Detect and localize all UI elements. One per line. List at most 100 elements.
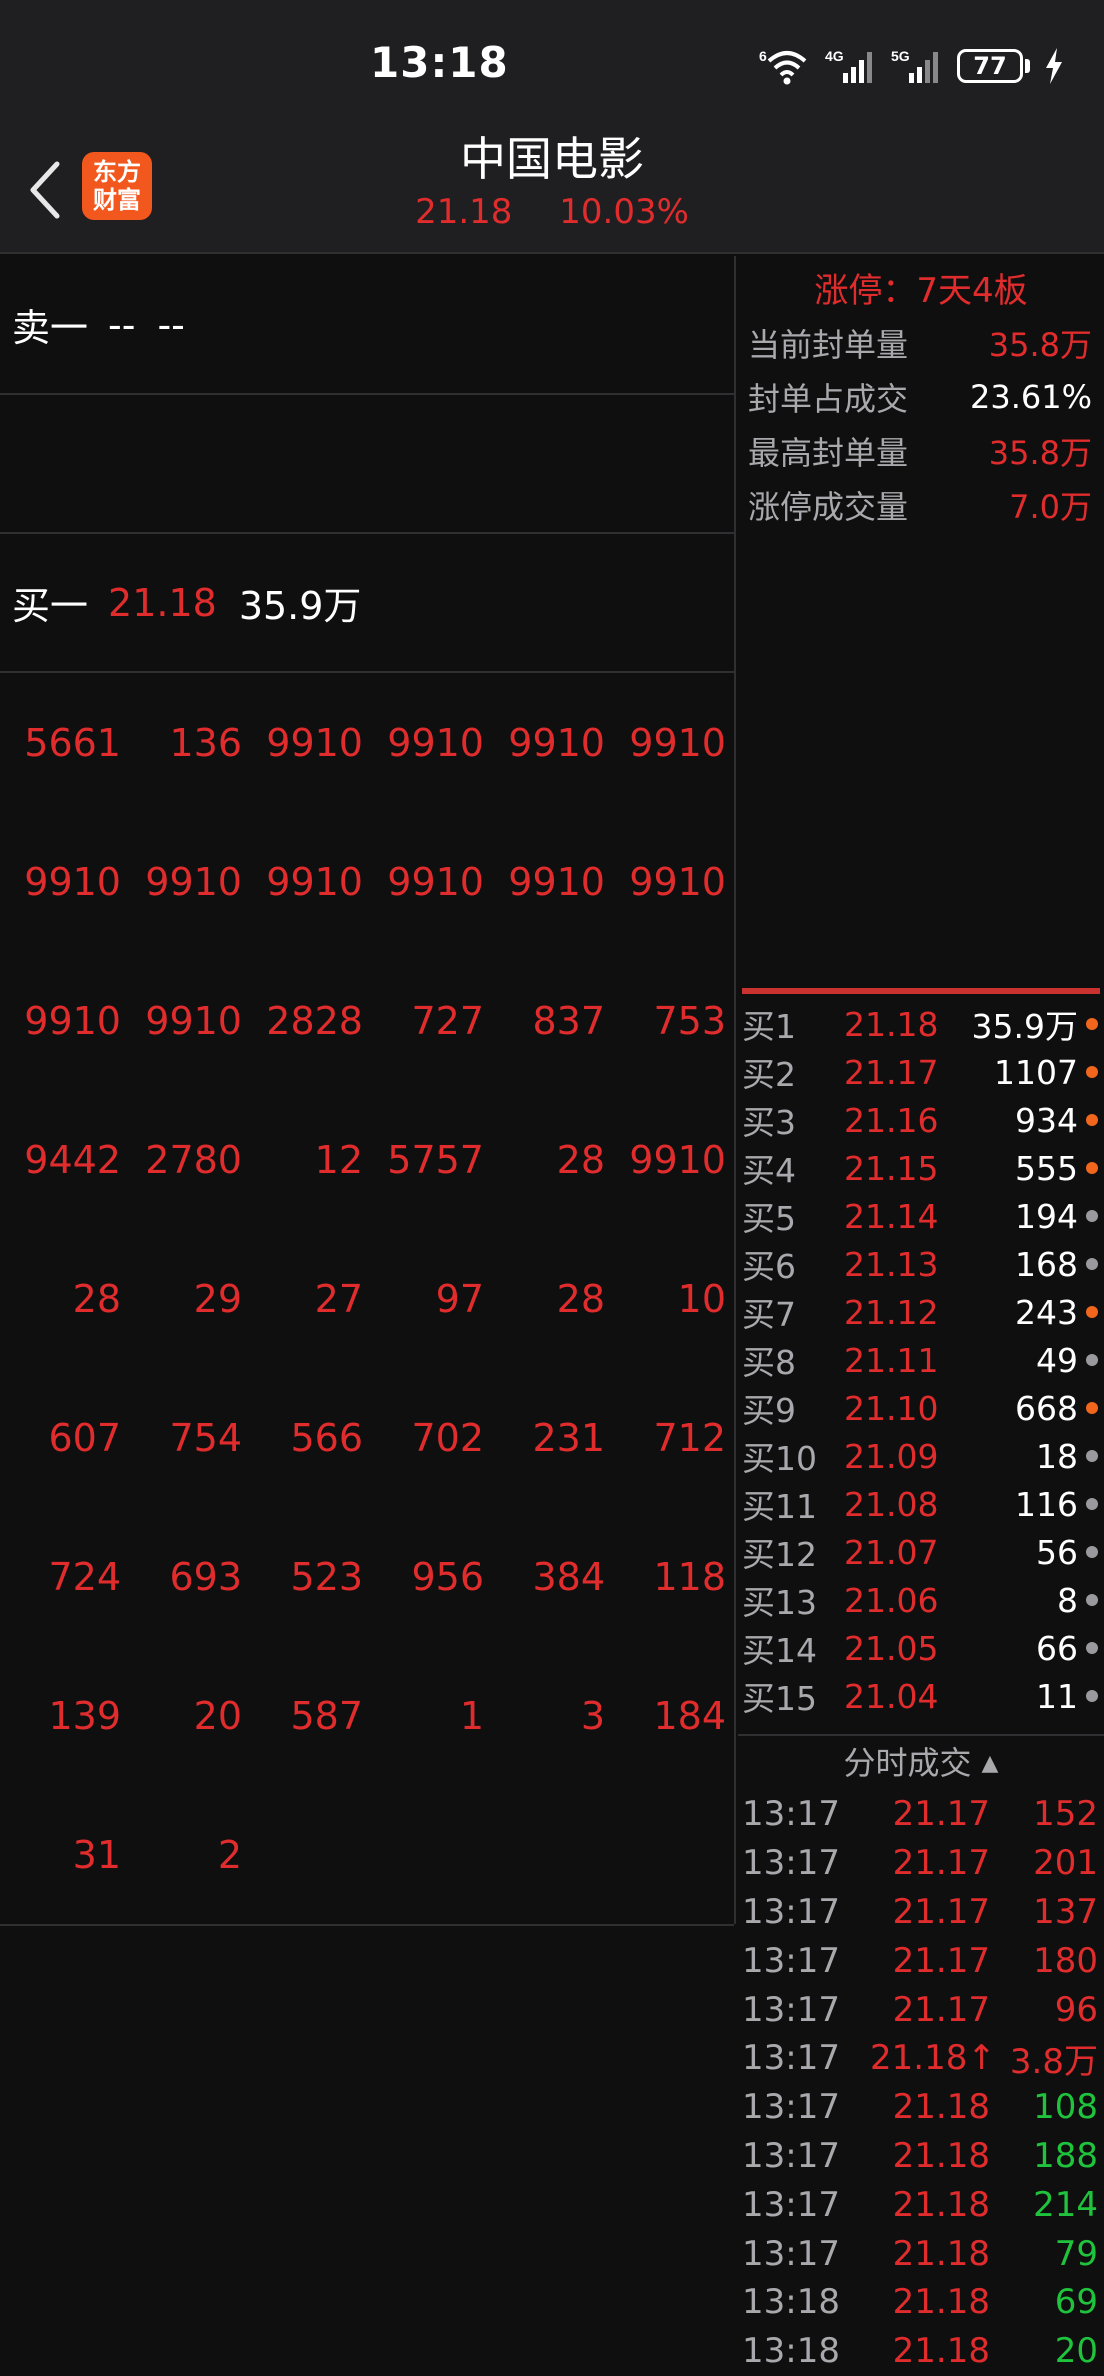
bid-row[interactable]: 买9 21.10 668 — [738, 1384, 1104, 1432]
signal-4g-icon: 4G — [825, 48, 872, 83]
bid-level-label: 买6 — [742, 1247, 796, 1286]
status-dot-icon — [1086, 1258, 1098, 1270]
queue-cell: 566 — [290, 1415, 363, 1460]
tick-volume: 108 — [1033, 2087, 1098, 2128]
queue-cell: 9910 — [629, 720, 726, 765]
bid-volume: 168 — [1015, 1244, 1078, 1284]
queue-row: 28 29 27 97 28 10 — [0, 1229, 730, 1368]
queue-cell: 9910 — [145, 998, 242, 1043]
queue-cell: 9910 — [266, 720, 363, 765]
queue-cell: 956 — [411, 1554, 484, 1599]
tick-row: 13:17 21.17 201 — [738, 1839, 1104, 1888]
tick-price: 21.17 — [892, 1843, 990, 1884]
queue-row: 9910 9910 2828 727 837 753 — [0, 951, 730, 1090]
stock-quote: 21.18 10.03% — [0, 192, 1104, 232]
tick-price: 21.18 — [892, 2331, 990, 2372]
bid-price: 21.11 — [844, 1340, 939, 1380]
tick-volume: 152 — [1033, 1794, 1098, 1835]
bid-volume: 194 — [1015, 1196, 1078, 1236]
tick-time: 13:18 — [742, 2331, 840, 2372]
queue-cell: 2 — [217, 1832, 242, 1877]
bid-volume: 35.9万 — [971, 1007, 1078, 1046]
bid-level-label: 买1 — [742, 1007, 796, 1046]
bid-row[interactable]: 买1 21.18 35.9万 — [738, 1000, 1104, 1048]
buy-one-price: 21.18 — [108, 580, 217, 625]
status-bar: 13:18 6 4G 5G 77 — [0, 0, 1104, 130]
status-dot-icon — [1086, 1354, 1098, 1366]
queue-cell: 702 — [411, 1415, 484, 1460]
bid-price: 21.18 — [844, 1004, 939, 1044]
buy-one-label: 买一 — [12, 584, 89, 628]
tick-row: 13:17 21.18↑ 3.8万 — [738, 2034, 1104, 2083]
bid-volume: 555 — [1015, 1148, 1078, 1188]
status-dot-icon — [1086, 1210, 1098, 1222]
bid-row[interactable]: 买6 21.13 168 — [738, 1240, 1104, 1288]
queue-cell: 523 — [290, 1554, 363, 1599]
stock-title: 中国电影 — [0, 130, 1104, 188]
bid-level-label: 买12 — [742, 1535, 817, 1574]
buy-one-row: 买一 21.18 35.9万 — [0, 534, 734, 673]
queue-cell: 5757 — [387, 1137, 484, 1182]
queue-row: 9910 9910 9910 9910 9910 9910 — [0, 812, 730, 951]
bid-price: 21.04 — [844, 1676, 939, 1716]
bid-price: 21.06 — [844, 1580, 939, 1620]
tick-volume: 79 — [1054, 2233, 1098, 2274]
bid-row[interactable]: 买10 21.09 18 — [738, 1432, 1104, 1480]
tick-volume: 69 — [1054, 2282, 1098, 2323]
depth-panel: 涨停：7天4板 当前封单量 35.8万 封单占成交 23.61% 最高封单量 35.8万涨… — [738, 256, 1104, 2376]
bid-row[interactable]: 买2 21.17 1107 — [738, 1048, 1104, 1096]
tick-time: 13:17 — [742, 1989, 840, 2030]
bid-level-label: 买5 — [742, 1199, 796, 1238]
queue-cell: 2828 — [266, 998, 363, 1043]
bid-row[interactable]: 买3 21.16 934 — [738, 1096, 1104, 1144]
charging-bolt-icon — [1046, 48, 1062, 84]
queue-cell: 136 — [169, 720, 242, 765]
bid-price: 21.08 — [844, 1484, 939, 1524]
tick-volume: 188 — [1033, 2135, 1098, 2176]
tick-price: 21.17 — [892, 1794, 990, 1835]
tick-row: 13:17 21.18 188 — [738, 2132, 1104, 2181]
tick-row: 13:17 21.18 214 — [738, 2180, 1104, 2229]
bid-row[interactable]: 买5 21.14 194 — [738, 1192, 1104, 1240]
bid-volume: 66 — [1036, 1628, 1078, 1668]
queue-cell: 20 — [193, 1693, 242, 1738]
queue-cell: 753 — [653, 998, 726, 1043]
tick-row: 13:18 21.18 20 — [738, 2327, 1104, 2376]
bid-row[interactable]: 买14 21.05 66 — [738, 1624, 1104, 1672]
queue-cell: 9910 — [629, 1137, 726, 1182]
tick-time: 13:17 — [742, 1843, 840, 1884]
tick-volume: 20 — [1054, 2331, 1098, 2372]
bid-volume: 8 — [1057, 1580, 1078, 1620]
queue-cell: 2780 — [145, 1137, 242, 1182]
queue-cell: 97 — [435, 1276, 484, 1321]
bid-row[interactable]: 买8 21.11 49 — [738, 1336, 1104, 1384]
tick-price: 21.17 — [892, 1989, 990, 2030]
bid-volume: 934 — [1015, 1100, 1078, 1140]
queue-cell: 384 — [532, 1554, 605, 1599]
bid-volume: 243 — [1015, 1292, 1078, 1332]
queue-cell: 31 — [72, 1832, 121, 1877]
queue-cell: 9910 — [145, 859, 242, 904]
bid-row[interactable]: 买12 21.07 56 — [738, 1528, 1104, 1576]
queue-cell: 3 — [580, 1693, 605, 1738]
queue-cell: 10 — [677, 1276, 726, 1321]
bid-price: 21.16 — [844, 1100, 939, 1140]
ticks-header[interactable]: 分时成交 ▲ — [738, 1738, 1104, 1788]
bid-row[interactable]: 买15 21.04 11 — [738, 1672, 1104, 1720]
tick-price: 21.17 — [892, 1891, 990, 1932]
stock-price: 21.18 — [415, 192, 513, 232]
queue-cell: 28 — [556, 1137, 605, 1182]
bid-row[interactable]: 买11 21.08 116 — [738, 1480, 1104, 1528]
tick-row: 13:17 21.17 180 — [738, 1936, 1104, 1985]
bid-row[interactable]: 买13 21.06 8 — [738, 1576, 1104, 1624]
bid-row[interactable]: 买7 21.12 243 — [738, 1288, 1104, 1336]
status-dot-icon — [1086, 1402, 1098, 1414]
queue-cell: 837 — [532, 998, 605, 1043]
queue-cell: 9910 — [24, 998, 121, 1043]
red-divider — [742, 988, 1100, 994]
queue-cell: 607 — [48, 1415, 121, 1460]
tick-row: 13:17 21.18 108 — [738, 2083, 1104, 2132]
queue-cell: 184 — [653, 1693, 726, 1738]
tick-time: 13:17 — [742, 2087, 840, 2128]
bid-row[interactable]: 买4 21.15 555 — [738, 1144, 1104, 1192]
